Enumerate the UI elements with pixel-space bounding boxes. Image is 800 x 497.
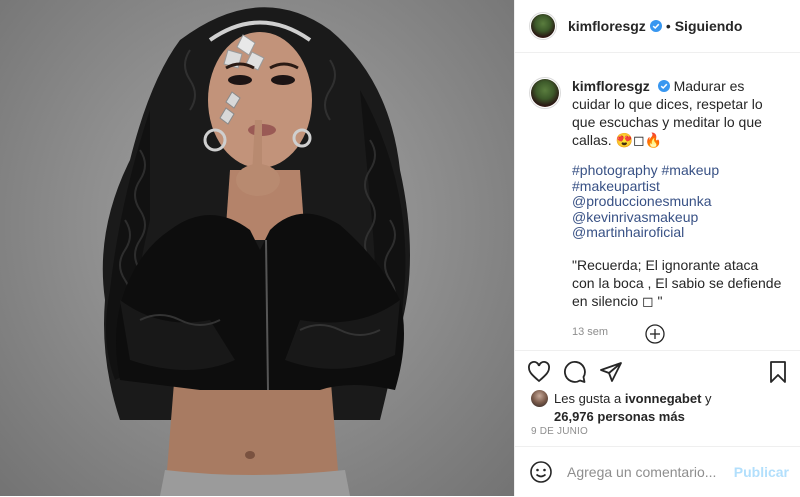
post-date[interactable]: 9 DE JUNIO — [531, 426, 588, 437]
comment-input[interactable] — [565, 463, 739, 481]
likes-summary: Les gusta a ivonnegabet y 26,976 persona… — [531, 390, 712, 426]
load-more-icon[interactable] — [645, 324, 665, 344]
add-comment-bar: Publicar — [515, 446, 800, 497]
likes-others[interactable]: 26,976 personas más — [554, 409, 685, 424]
caption-comment: kimfloresgz Madurar es cuidar lo que dic… — [529, 77, 784, 341]
instagram-post: kimfloresgz • Siguiendo kimfloresgz Madu… — [0, 0, 800, 496]
caption-username[interactable]: kimfloresgz — [572, 78, 650, 94]
publish-button[interactable]: Publicar — [734, 464, 789, 480]
tag-line[interactable]: #makeupartist — [572, 178, 784, 195]
author-username[interactable]: kimfloresgz — [568, 18, 646, 34]
emoji-icon[interactable] — [529, 460, 553, 484]
caption-author-avatar[interactable] — [529, 77, 561, 109]
verified-badge-icon — [657, 80, 670, 92]
share-icon[interactable] — [599, 360, 623, 384]
likes-text: Les gusta a ivonnegabet y 26,976 persona… — [554, 390, 712, 426]
caption-body: kimfloresgz Madurar es cuidar lo que dic… — [572, 77, 784, 341]
verified-badge-icon — [649, 20, 662, 32]
bookmark-icon[interactable] — [766, 360, 790, 384]
liker-avatar[interactable] — [531, 390, 548, 407]
comments-area: kimfloresgz Madurar es cuidar lo que dic… — [515, 53, 800, 349]
post-header: kimfloresgz • Siguiendo — [515, 0, 800, 53]
caption-tags: #photography #makeup #makeupartist @prod… — [572, 162, 784, 241]
tag-line[interactable]: #photography #makeup — [572, 162, 784, 179]
portrait-illustration — [102, 7, 411, 496]
post-photo[interactable] — [0, 0, 514, 496]
likes-prefix: Les gusta a — [554, 391, 625, 406]
comment-icon[interactable] — [563, 360, 587, 384]
caption-timestamp[interactable]: 13 sem — [572, 323, 784, 341]
tag-line[interactable]: @kevinrivasmakeup — [572, 209, 784, 226]
tag-line[interactable]: @martinhairoficial — [572, 224, 784, 241]
header-separator: • — [665, 18, 671, 34]
following-button[interactable]: Siguiendo — [675, 18, 743, 34]
likes-conjunction: y — [701, 391, 712, 406]
heart-icon[interactable] — [527, 360, 551, 384]
caption-quote: "Recuerda; El ignorante ataca con la boc… — [572, 256, 782, 309]
post-actions — [515, 350, 800, 393]
tag-line[interactable]: @produccionesmunka — [572, 193, 784, 210]
likes-first-user[interactable]: ivonnegabet — [625, 391, 702, 406]
author-avatar[interactable] — [529, 12, 557, 40]
post-side-panel: kimfloresgz • Siguiendo kimfloresgz Madu… — [514, 0, 800, 496]
